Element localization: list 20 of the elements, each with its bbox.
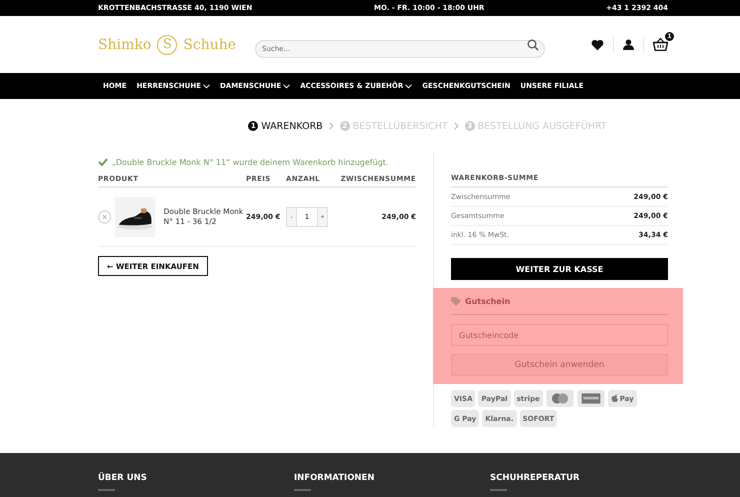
chevron-down-icon (202, 84, 210, 88)
search-icon[interactable] (527, 38, 539, 50)
heart-icon[interactable] (591, 38, 604, 50)
footer-heading: SCHUHREPERATUR (490, 473, 581, 483)
basket-icon[interactable] (653, 38, 668, 51)
footer-heading: INFORMATIONEN (294, 473, 376, 483)
chevron-down-icon (405, 84, 412, 88)
payment-card-icon (546, 390, 574, 407)
checkmark-icon (98, 158, 108, 166)
payment-card-icon (576, 390, 605, 407)
tag-icon (451, 296, 461, 306)
chevron-down-icon (283, 84, 290, 88)
coupon-title: Gutschein (465, 296, 510, 306)
checkout-button[interactable]: WEITER ZUR KASSE (451, 258, 668, 280)
added-to-cart-message: „Double Bruckle Monk N° 11“ wurde deinem Warenkorb hinzugefügt. (112, 158, 388, 166)
chevron-right-icon (328, 122, 334, 130)
coupon-code-field[interactable]: Gutscheincode (451, 324, 668, 346)
footer-heading: ÜBER UNS (98, 473, 148, 483)
user-icon[interactable] (623, 39, 634, 50)
chevron-right-icon (454, 122, 459, 130)
